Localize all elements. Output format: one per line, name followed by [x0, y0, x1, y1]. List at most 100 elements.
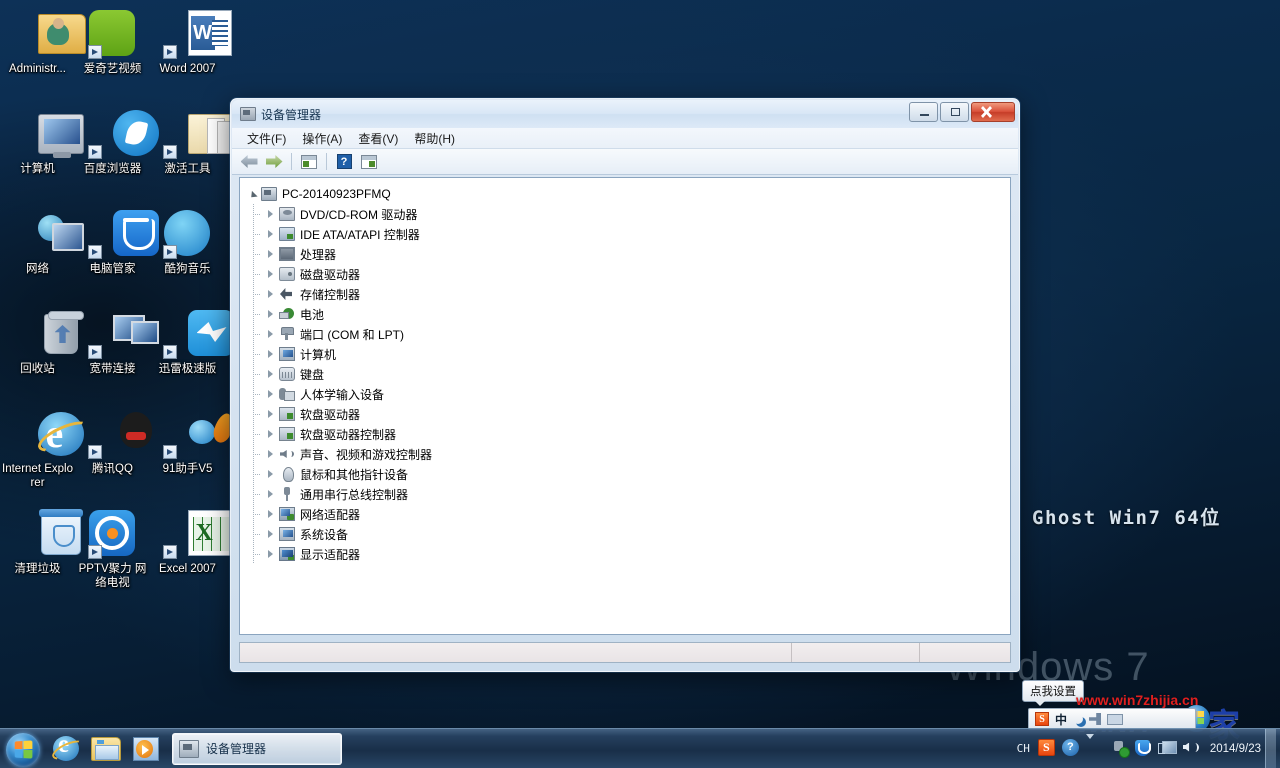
tree-node[interactable]: 软盘驱动器控制器	[264, 424, 1010, 444]
tree-root-node[interactable]: PC-20140923PFMQ	[246, 184, 1010, 204]
device-manager-window[interactable]: 设备管理器 文件(F) 操作(A) 查看(V) 帮助(H) ? PC-20140…	[230, 98, 1020, 672]
forward-arrow-icon[interactable]	[263, 151, 285, 173]
expand-collapse-icon[interactable]	[264, 324, 277, 344]
desktop-icon-user-folder[interactable]: Administr...	[0, 4, 75, 104]
expand-collapse-icon[interactable]	[264, 224, 277, 244]
window-titlebar[interactable]: 设备管理器	[232, 100, 1018, 128]
menu-view[interactable]: 查看(V)	[350, 128, 406, 149]
computer-icon	[279, 346, 296, 362]
desktop-icon-pptv[interactable]: PPTV聚力 网络电视	[75, 504, 150, 604]
tree-node[interactable]: 键盘	[264, 364, 1010, 384]
desktop-icon-broadband-connection[interactable]: 宽带连接	[75, 304, 150, 404]
volume-icon[interactable]	[1182, 739, 1202, 759]
help-question-icon[interactable]: ?	[1062, 739, 1082, 759]
desktop-icon-assistant-91[interactable]: 91助手V5	[150, 404, 225, 504]
tree-node[interactable]: 电池	[264, 304, 1010, 324]
thunder-download-icon-art	[188, 310, 234, 356]
taskbar-clock[interactable]: 2014/9/23	[1210, 743, 1261, 755]
expand-collapse-icon[interactable]	[264, 404, 277, 424]
back-arrow-icon[interactable]	[238, 151, 260, 173]
sogou-ime-icon[interactable]: S	[1035, 712, 1049, 726]
ime-toolbox-icon[interactable]	[1089, 713, 1101, 725]
sogou-input-icon[interactable]: S	[1038, 739, 1058, 759]
expand-collapse-icon[interactable]	[264, 384, 277, 404]
tree-node-label: 软盘驱动器控制器	[300, 426, 396, 443]
tree-node[interactable]: 存储控制器	[264, 284, 1010, 304]
tree-node[interactable]: IDE ATA/ATAPI 控制器	[264, 224, 1010, 244]
tree-node[interactable]: DVD/CD-ROM 驱动器	[264, 204, 1010, 224]
tree-node[interactable]: 端口 (COM 和 LPT)	[264, 324, 1010, 344]
desktop-icon-thunder-download[interactable]: 迅雷极速版	[150, 304, 225, 404]
expand-collapse-icon[interactable]	[264, 244, 277, 264]
desktop-icon-microsoft-excel[interactable]: Excel 2007	[150, 504, 225, 604]
desktop-icon-kugou-music[interactable]: 酷狗音乐	[150, 204, 225, 304]
menu-file[interactable]: 文件(F)	[239, 128, 294, 149]
expand-collapse-icon[interactable]	[264, 504, 277, 524]
pptv-icon	[89, 510, 137, 558]
properties-icon[interactable]	[298, 151, 320, 173]
expand-collapse-icon[interactable]	[264, 524, 277, 544]
tree-node[interactable]: 人体学输入设备	[264, 384, 1010, 404]
desktop-icon-iqiyi-video[interactable]: 爱奇艺视频	[75, 4, 150, 104]
expand-collapse-icon[interactable]	[264, 544, 277, 564]
menu-help[interactable]: 帮助(H)	[406, 128, 463, 149]
tree-node[interactable]: 通用串行总线控制器	[264, 484, 1010, 504]
taskbar-button-device-manager[interactable]: 设备管理器	[172, 733, 342, 765]
expand-collapse-icon[interactable]	[264, 484, 277, 504]
expand-collapse-icon[interactable]	[264, 204, 277, 224]
desktop-icon-tencent-qq[interactable]: 腾讯QQ	[75, 404, 150, 504]
desktop-icon-internet-explorer[interactable]: Internet Explorer	[0, 404, 75, 504]
show-hidden-icons-chevron[interactable]	[1086, 739, 1106, 759]
tree-node[interactable]: 鼠标和其他指针设备	[264, 464, 1010, 484]
maximize-button[interactable]	[940, 102, 969, 122]
expand-collapse-icon[interactable]	[264, 264, 277, 284]
tree-node[interactable]: 计算机	[264, 344, 1010, 364]
desktop-icon-network[interactable]: 网络	[0, 204, 75, 304]
desktop-icon-microsoft-word[interactable]: Word 2007	[150, 4, 225, 104]
expand-collapse-icon[interactable]	[264, 344, 277, 364]
expand-collapse-icon[interactable]	[264, 464, 277, 484]
expand-collapse-icon[interactable]	[264, 364, 277, 384]
tree-node[interactable]: 处理器	[264, 244, 1010, 264]
desktop-icon-label: Word 2007	[151, 63, 225, 77]
expand-collapse-icon[interactable]	[264, 304, 277, 324]
ime-language-bar[interactable]: S 中	[1028, 708, 1196, 730]
tree-node[interactable]: 显示适配器	[264, 544, 1010, 564]
show-desktop-button[interactable]	[1265, 729, 1276, 768]
network-status-icon[interactable]	[1158, 739, 1178, 759]
tree-node[interactable]: 声音、视频和游戏控制器	[264, 444, 1010, 464]
menu-action[interactable]: 操作(A)	[294, 128, 350, 149]
tree-node[interactable]: 软盘驱动器	[264, 404, 1010, 424]
settings-tooltip[interactable]: 点我设置	[1022, 680, 1084, 702]
security-shield-icon[interactable]	[1134, 739, 1154, 759]
ime-mode-label[interactable]: 中	[1055, 711, 1067, 728]
expand-collapse-icon[interactable]	[264, 444, 277, 464]
usb-safely-remove-icon[interactable]	[1110, 739, 1130, 759]
desktop-icon-activation-tool-folder[interactable]: 激活工具	[150, 104, 225, 204]
expand-collapse-icon[interactable]	[246, 184, 259, 204]
desktop-icon-computer[interactable]: 计算机	[0, 104, 75, 204]
expand-collapse-icon[interactable]	[264, 424, 277, 444]
taskbar-internet-explorer[interactable]	[46, 730, 86, 768]
close-button[interactable]	[971, 102, 1015, 122]
tree-node[interactable]: 磁盘驱动器	[264, 264, 1010, 284]
desktop-icon-clean-junk[interactable]: 清理垃圾	[0, 504, 75, 604]
expand-collapse-icon[interactable]	[264, 284, 277, 304]
scan-hardware-icon[interactable]	[358, 151, 380, 173]
start-button[interactable]	[2, 730, 46, 768]
desktop-icon-recycle-bin[interactable]: 回收站	[0, 304, 75, 404]
device-tree-panel[interactable]: PC-20140923PFMQ DVD/CD-ROM 驱动器IDE ATA/AT…	[239, 177, 1011, 635]
taskbar-media-player[interactable]	[126, 730, 166, 768]
ime-moon-icon[interactable]	[1073, 714, 1083, 724]
taskbar-windows-explorer[interactable]	[86, 730, 126, 768]
desktop-icon-baidu-browser[interactable]: 百度浏览器	[75, 104, 150, 204]
desktop-icon-pc-manager[interactable]: 电脑管家	[75, 204, 150, 304]
tree-node-label: 人体学输入设备	[300, 386, 384, 403]
tree-node[interactable]: 网络适配器	[264, 504, 1010, 524]
help-icon[interactable]: ?	[333, 151, 355, 173]
ime-keyboard-icon[interactable]	[1107, 714, 1123, 725]
tree-node[interactable]: 系统设备	[264, 524, 1010, 544]
minimize-button[interactable]	[909, 102, 938, 122]
shortcut-overlay-icon	[88, 545, 102, 559]
language-indicator[interactable]: CH	[1017, 742, 1030, 755]
